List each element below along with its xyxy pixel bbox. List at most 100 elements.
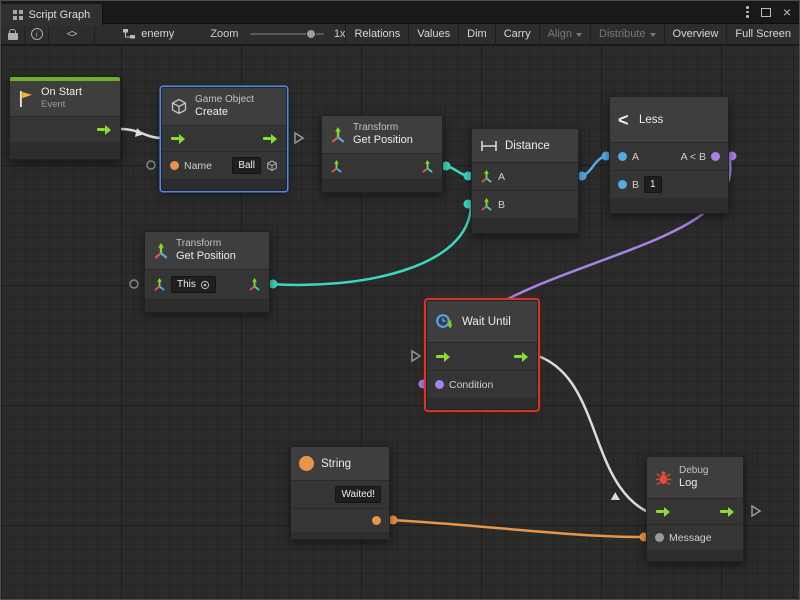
- node-on-start-event[interactable]: On Start Event: [9, 76, 121, 160]
- flow-in-port[interactable]: [435, 351, 451, 363]
- vector-input-port-a[interactable]: [480, 170, 493, 183]
- string-icon: [299, 456, 314, 471]
- graph-canvas[interactable]: On Start Event Game Object Create: [1, 45, 800, 600]
- transform-input-port[interactable]: [330, 160, 343, 173]
- flow-out-port[interactable]: [96, 124, 112, 136]
- tab-script-graph[interactable]: Script Graph: [1, 4, 103, 26]
- unconnected-flow-hint: [752, 506, 760, 516]
- position-output-port[interactable]: [248, 278, 261, 291]
- value-port-row: [322, 154, 442, 180]
- node-footer: [427, 399, 537, 409]
- toolbar-button-fullscreen[interactable]: Full Screen: [726, 24, 799, 44]
- flow-out-port[interactable]: [513, 351, 529, 363]
- string-value-field[interactable]: Waited!: [335, 486, 381, 503]
- wire-string-to-debuglog-message: [390, 520, 644, 537]
- node-title: Log: [679, 477, 708, 490]
- toolbar-button-align[interactable]: Align: [539, 24, 590, 44]
- flow-in-port[interactable]: [655, 506, 671, 518]
- target-field[interactable]: This: [171, 276, 216, 293]
- wire-getposition-bottom-to-distance-b: [270, 204, 471, 285]
- string-output-port[interactable]: [372, 516, 381, 525]
- toolbar-button-relations[interactable]: Relations: [345, 24, 408, 44]
- button-label: Distribute: [599, 28, 645, 40]
- flow-out-port[interactable]: [719, 506, 735, 518]
- port-row-a: A: [472, 163, 578, 191]
- input-port-a[interactable]: [618, 152, 627, 161]
- toolbar-button-distribute[interactable]: Distribute: [590, 24, 663, 44]
- button-label: Dim: [467, 28, 487, 40]
- toolbar-button-carry[interactable]: Carry: [495, 24, 539, 44]
- transform-input-port[interactable]: [153, 278, 166, 291]
- position-output-port[interactable]: [421, 160, 434, 173]
- port-label: Name: [184, 160, 212, 172]
- toolbar-button-values[interactable]: Values: [408, 24, 458, 44]
- machine-name: enemy: [141, 28, 174, 40]
- window-menu-icon[interactable]: [746, 6, 749, 18]
- machine-selector[interactable]: enemy: [123, 28, 174, 40]
- node-footer: [322, 180, 442, 192]
- distance-icon: [480, 139, 498, 153]
- port-label: Message: [669, 532, 712, 544]
- node-footer: [10, 143, 120, 159]
- inspect-button[interactable]: [25, 24, 49, 44]
- code-view-button[interactable]: [49, 24, 95, 44]
- node-title: String: [321, 458, 351, 470]
- message-port-row: Message: [647, 525, 743, 551]
- node-string-literal[interactable]: String Waited!: [290, 446, 390, 540]
- orange-wire-endpoints: [389, 516, 649, 542]
- maximize-icon[interactable]: [761, 8, 771, 17]
- port-label: A: [632, 151, 639, 163]
- toolbar-button-overview[interactable]: Overview: [664, 24, 727, 44]
- control-port-row: [647, 499, 743, 525]
- unconnected-flow-hint: [412, 351, 420, 361]
- node-subtitle: Event: [41, 99, 82, 110]
- node-distance[interactable]: Distance A B: [471, 128, 579, 234]
- lock-button[interactable]: [1, 24, 25, 44]
- node-header: On Start Event: [10, 81, 120, 117]
- control-port-row: [10, 117, 120, 143]
- lock-icon: [8, 33, 18, 40]
- node-title: Less: [639, 114, 663, 126]
- zoom-value: 1x: [334, 28, 346, 40]
- wait-clock-icon: [435, 313, 455, 331]
- vector-input-port-b[interactable]: [480, 198, 493, 211]
- flow-in-port[interactable]: [170, 133, 186, 145]
- condition-input-port[interactable]: [435, 380, 444, 389]
- button-label: Align: [548, 28, 572, 40]
- object-picker-icon[interactable]: [200, 280, 210, 290]
- zoom-handle[interactable]: [306, 29, 316, 39]
- node-footer: [162, 180, 286, 190]
- chevron-down-icon: [650, 33, 656, 37]
- blue-wire-endpoints: [578, 152, 611, 181]
- flag-icon: [18, 90, 34, 108]
- port-label: A: [498, 171, 505, 183]
- node-footer: [145, 300, 269, 312]
- unconnected-value-port-hint: [147, 161, 155, 169]
- node-header: Less: [610, 97, 728, 143]
- toolbar-buttons: Relations Values Dim Carry Align Distrib…: [345, 24, 799, 44]
- node-game-object-create[interactable]: Game Object Create Name Ball: [161, 87, 287, 191]
- machine-icon: [123, 29, 135, 39]
- zoom-slider[interactable]: [250, 33, 323, 35]
- close-icon[interactable]: [783, 5, 791, 19]
- input-port-b[interactable]: [618, 180, 627, 189]
- transform-axis-icon: [153, 243, 169, 259]
- target-field-value: This: [177, 278, 196, 291]
- name-input-port[interactable]: [170, 161, 179, 170]
- toolbar-button-dim[interactable]: Dim: [458, 24, 495, 44]
- chevron-down-icon: [576, 33, 582, 37]
- node-debug-log[interactable]: Debug Log Message: [646, 456, 744, 562]
- message-input-port[interactable]: [655, 533, 664, 542]
- node-less[interactable]: Less A A < B B 1: [609, 96, 729, 214]
- result-output-port[interactable]: [711, 152, 720, 161]
- node-get-position-bottom[interactable]: Transform Get Position This: [144, 231, 270, 313]
- node-footer: [610, 199, 728, 213]
- node-wait-until[interactable]: Wait Until Condition: [426, 300, 538, 410]
- node-header: Game Object Create: [162, 88, 286, 126]
- name-field[interactable]: Ball: [232, 157, 261, 174]
- window-controls: [746, 1, 791, 23]
- flow-out-port[interactable]: [262, 133, 278, 145]
- control-port-row: [427, 343, 537, 371]
- b-value-field[interactable]: 1: [644, 176, 662, 193]
- node-get-position-top[interactable]: Transform Get Position: [321, 115, 443, 193]
